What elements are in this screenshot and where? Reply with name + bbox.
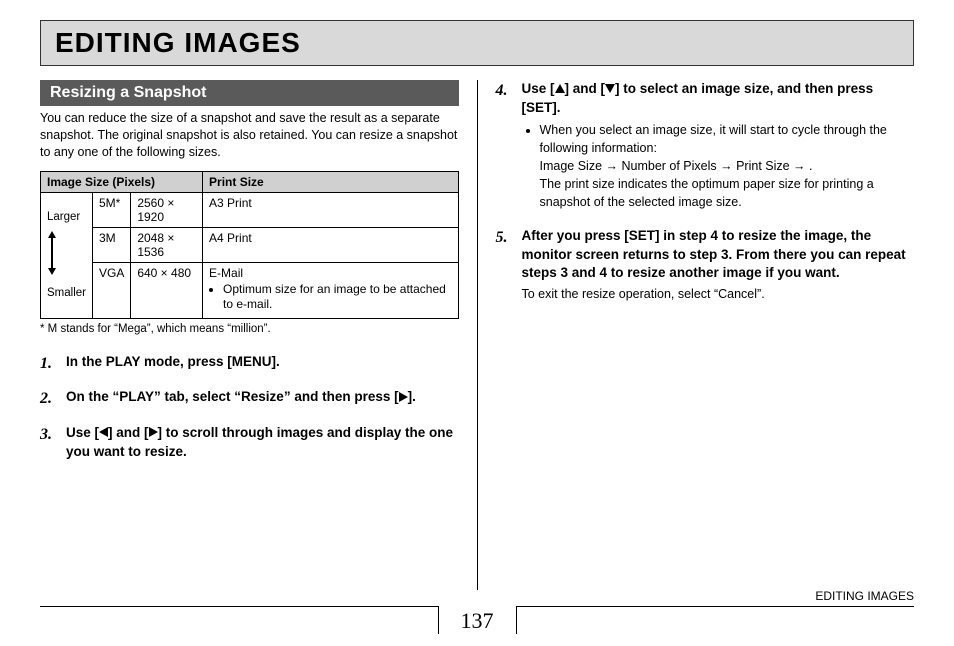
- table-row: 3M 2048 × 1536 A4 Print: [41, 227, 459, 262]
- size-print-email: E-Mail Optimum size for an image to be a…: [203, 262, 458, 318]
- page-number: 137: [438, 606, 517, 634]
- page-title-bar: EDITING IMAGES: [40, 20, 914, 66]
- size-pixels: 640 × 480: [131, 262, 203, 318]
- triangle-right-icon: [399, 389, 408, 407]
- triangle-up-icon: [555, 80, 565, 98]
- steps-list-right: 4. Use [] and [] to select an image size…: [496, 80, 915, 303]
- table-row: VGA 640 × 480 E-Mail Optimum size for an…: [41, 262, 459, 318]
- size-print: A3 Print: [203, 192, 458, 227]
- step-number: 4.: [496, 80, 522, 213]
- triangle-left-icon: [99, 424, 108, 442]
- step-body: After you press [SET] in step 4 to resiz…: [522, 227, 915, 303]
- step-item: 4. Use [] and [] to select an image size…: [496, 80, 915, 213]
- intro-paragraph: You can reduce the size of a snapshot an…: [40, 110, 459, 161]
- header-print-size: Print Size: [203, 171, 458, 192]
- image-size-table: Image Size (Pixels) Print Size Larger Sm…: [40, 171, 459, 319]
- page-footer: EDITING IMAGES 137: [40, 606, 914, 634]
- size-pixels: 2560 × 1920: [131, 192, 203, 227]
- email-note: Optimum size for an image to be attached…: [223, 280, 451, 315]
- left-column: Resizing a Snapshot You can reduce the s…: [40, 80, 478, 590]
- step-text: Use [] and [] to select an image size, a…: [522, 81, 874, 115]
- step-text: On the “PLAY” tab, select “Resize” and t…: [66, 389, 416, 404]
- smaller-label: Smaller: [47, 286, 86, 301]
- step-text: After you press [SET] in step 4 to resiz…: [522, 228, 906, 279]
- footer-section-label: EDITING IMAGES: [815, 589, 914, 603]
- size-label: VGA: [92, 262, 130, 318]
- larger-label: Larger: [47, 210, 86, 225]
- step-bullet: When you select an image size, it will s…: [540, 121, 915, 212]
- page-title: EDITING IMAGES: [55, 27, 899, 59]
- step-item: 5. After you press [SET] in step 4 to re…: [496, 227, 915, 303]
- size-print: A4 Print: [203, 227, 458, 262]
- larger-smaller-cell: Larger Smaller: [41, 192, 93, 318]
- right-column: 4. Use [] and [] to select an image size…: [478, 80, 915, 590]
- table-row: Larger Smaller 5M* 2560 × 1920 A3 Print: [41, 192, 459, 227]
- step-number: 5.: [496, 227, 522, 303]
- email-title: E-Mail: [209, 266, 451, 280]
- size-label: 5M*: [92, 192, 130, 227]
- step-body: In the PLAY mode, press [MENU].: [66, 353, 459, 375]
- header-image-size: Image Size (Pixels): [41, 171, 203, 192]
- step-bullets: When you select an image size, it will s…: [540, 121, 915, 212]
- step-item: 2. On the “PLAY” tab, select “Resize” an…: [40, 388, 459, 410]
- section-heading: Resizing a Snapshot: [40, 80, 459, 106]
- step-number: 3.: [40, 424, 66, 461]
- step-text: Use [] and [] to scroll through images a…: [66, 425, 453, 459]
- step-body: Use [] and [] to scroll through images a…: [66, 424, 459, 461]
- step-number: 1.: [40, 353, 66, 375]
- table-header-row: Image Size (Pixels) Print Size: [41, 171, 459, 192]
- size-pixels: 2048 × 1536: [131, 227, 203, 262]
- step-body: Use [] and [] to select an image size, a…: [522, 80, 915, 213]
- step-subtext: To exit the resize operation, select “Ca…: [522, 286, 915, 303]
- size-label: 3M: [92, 227, 130, 262]
- steps-list-left: 1. In the PLAY mode, press [MENU]. 2. On…: [40, 353, 459, 461]
- step-body: On the “PLAY” tab, select “Resize” and t…: [66, 388, 459, 410]
- step-item: 3. Use [] and [] to scroll through image…: [40, 424, 459, 461]
- up-down-arrow-icon: [47, 231, 57, 275]
- triangle-right-icon: [149, 424, 158, 442]
- step-text: In the PLAY mode, press [MENU].: [66, 354, 280, 369]
- content-columns: Resizing a Snapshot You can reduce the s…: [40, 80, 914, 590]
- step-number: 2.: [40, 388, 66, 410]
- step-item: 1. In the PLAY mode, press [MENU].: [40, 353, 459, 375]
- table-footnote: * M stands for “Mega”, which means “mill…: [40, 323, 459, 335]
- triangle-down-icon: [605, 80, 615, 98]
